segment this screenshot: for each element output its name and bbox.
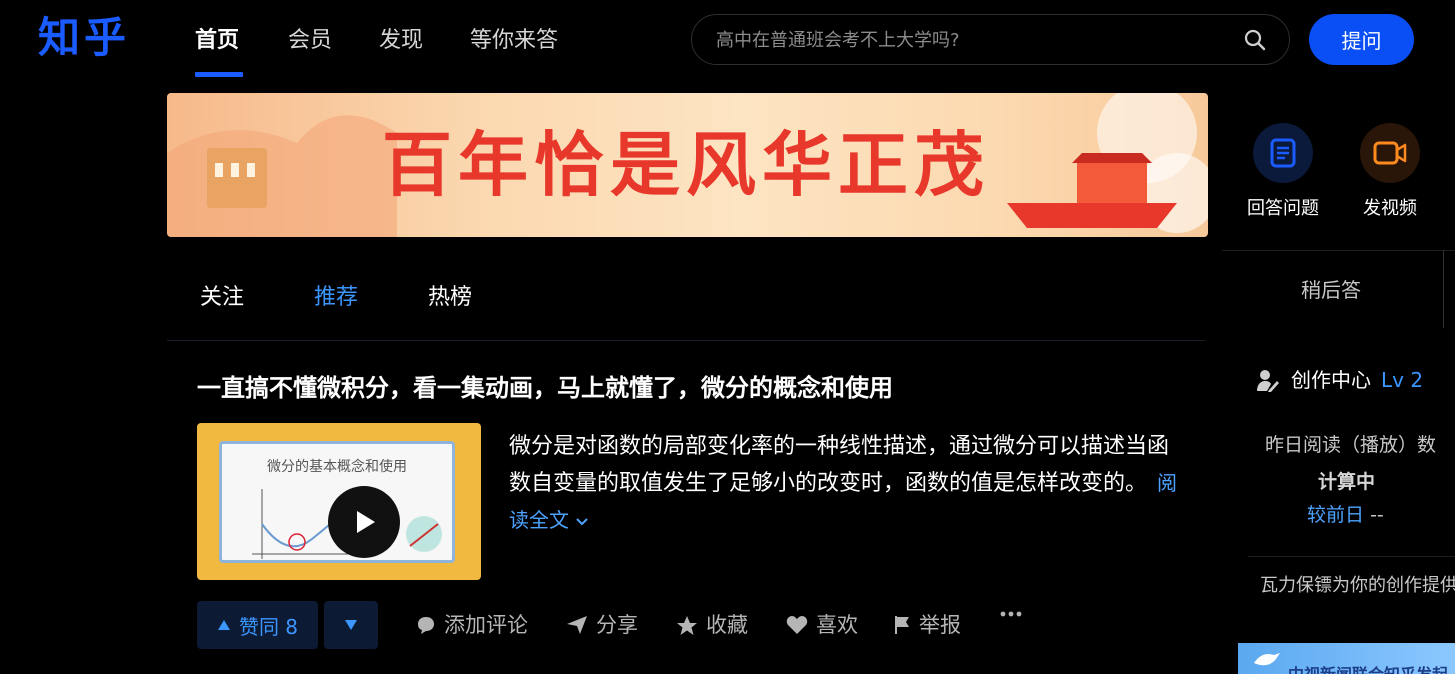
post-video-label: 发视频 — [1363, 198, 1417, 219]
comment-icon — [418, 617, 434, 634]
nav-discover[interactable]: 发现 — [379, 26, 423, 56]
search-input[interactable] — [714, 25, 1214, 55]
answer-question-label: 回答问题 — [1247, 198, 1319, 219]
sidebar-ad-banner[interactable]: 中视新闻联合知乎发起 — [1238, 643, 1455, 674]
zhihu-logo[interactable]: 知乎 — [38, 12, 130, 64]
tab-follow[interactable]: 关注 — [200, 283, 244, 313]
star-icon — [677, 615, 697, 635]
ask-question-button[interactable]: 提问 — [1309, 14, 1414, 65]
banner-title: 百年恰是风华正茂 — [382, 123, 990, 206]
yesterday-reads-value: 计算中 — [1318, 471, 1376, 493]
share-icon — [567, 616, 587, 634]
more-dots-icon — [1000, 611, 1022, 617]
creator-center-link[interactable]: 创作中心 Lv 2 — [1255, 366, 1423, 394]
like-button[interactable]: 喜欢 — [786, 611, 858, 639]
document-icon — [1270, 138, 1296, 168]
feed-item-excerpt[interactable]: 微分是对函数的局部变化率的一种线性描述，通过微分可以描述当函数自变量的取值发生了… — [509, 428, 1189, 539]
sidebar-divider — [1222, 250, 1455, 251]
sidebar-ad-text: 中视新闻联合知乎发起 — [1288, 661, 1448, 674]
upvote-triangle-icon — [217, 620, 230, 630]
like-label: 喜欢 — [816, 613, 858, 637]
video-thumbnail[interactable]: 微分的基本概念和使用 — [197, 423, 481, 580]
play-icon — [357, 511, 375, 533]
tab-recommend[interactable]: 推荐 — [314, 283, 358, 313]
report-button[interactable]: 举报 — [893, 611, 961, 639]
report-label: 举报 — [919, 613, 961, 637]
comment-label: 添加评论 — [444, 613, 528, 637]
nav-active-indicator — [195, 72, 243, 77]
compare-previous-day: 较前日 -- — [1307, 502, 1384, 528]
answer-question-button[interactable]: 回答问题 — [1243, 123, 1323, 221]
heart-icon — [786, 616, 808, 634]
creator-protection-promo[interactable]: 瓦力保镖为你的创作提供 — [1260, 573, 1455, 599]
video-icon-circle — [1360, 123, 1420, 183]
compare-label: 较前日 — [1307, 504, 1365, 526]
compare-value: -- — [1370, 504, 1384, 526]
downvote-button[interactable] — [324, 601, 378, 649]
video-camera-icon — [1373, 141, 1407, 165]
sidebar-divider-2 — [1248, 556, 1455, 557]
answer-icon-circle — [1253, 123, 1313, 183]
vertical-divider — [1443, 250, 1444, 328]
answer-later-button[interactable]: 稍后答 — [1301, 276, 1361, 304]
creator-icon — [1257, 370, 1279, 392]
yesterday-reads-label: 昨日阅读（播放）数 — [1265, 434, 1437, 456]
search-box[interactable] — [691, 14, 1290, 65]
downvote-triangle-icon — [345, 620, 357, 630]
feed-item-title[interactable]: 一直搞不懂微积分，看一集动画，马上就懂了，微分的概念和使用 — [197, 372, 893, 404]
excerpt-text: 微分是对函数的局部变化率的一种线性描述，通过微分可以描述当函数自变量的取值发生了… — [509, 434, 1170, 496]
comment-button[interactable]: 添加评论 — [416, 611, 528, 639]
tab-divider — [167, 340, 1205, 341]
share-label: 分享 — [596, 613, 638, 637]
search-icon[interactable] — [1243, 28, 1267, 52]
nav-home[interactable]: 首页 — [195, 26, 239, 56]
collect-button[interactable]: 收藏 — [676, 611, 748, 639]
creator-center-label: 创作中心 — [1291, 368, 1371, 392]
creator-level: Lv 2 — [1381, 368, 1424, 392]
thumbnail-board: 微分的基本概念和使用 — [219, 441, 455, 563]
nav-waiting[interactable]: 等你来答 — [470, 26, 558, 56]
more-button[interactable] — [1000, 611, 1022, 617]
collect-label: 收藏 — [706, 613, 748, 637]
chevron-down-icon — [576, 518, 589, 526]
dove-icon — [1254, 653, 1280, 666]
tab-hot[interactable]: 热榜 — [428, 283, 472, 313]
play-button[interactable] — [328, 486, 400, 558]
thumbnail-title: 微分的基本概念和使用 — [267, 459, 407, 475]
flag-icon — [895, 616, 909, 634]
upvote-label: 赞同 8 — [238, 614, 299, 639]
post-video-button[interactable]: 发视频 — [1350, 123, 1430, 221]
upvote-button[interactable]: 赞同 8 — [197, 601, 318, 649]
share-button[interactable]: 分享 — [566, 611, 638, 639]
nav-vip[interactable]: 会员 — [288, 26, 332, 56]
promo-banner[interactable]: 百年恰是风华正茂 — [167, 93, 1208, 237]
